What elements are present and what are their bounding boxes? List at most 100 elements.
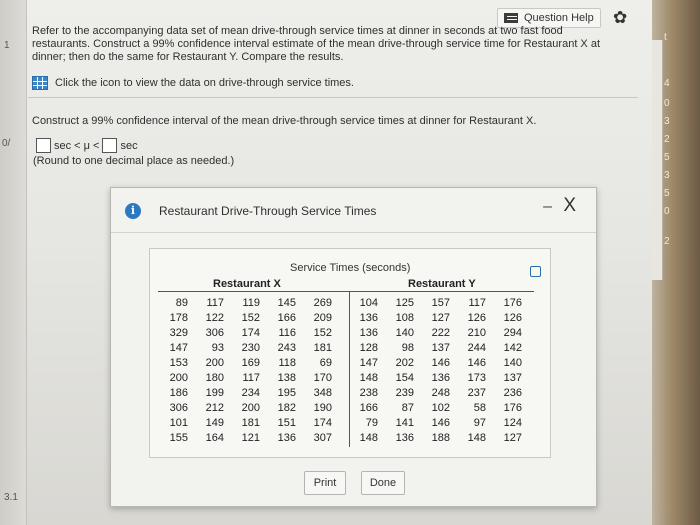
cell-restaurant-x: 190 — [313, 402, 332, 414]
divider — [28, 97, 638, 98]
print-button[interactable]: Print — [304, 471, 346, 495]
right-strip-mark: 5 — [664, 188, 670, 199]
header-restaurant-x: Restaurant X — [213, 278, 281, 290]
cell-restaurant-x: 174 — [313, 417, 332, 429]
left-strip-mark: 3.1 — [4, 492, 18, 503]
cell-restaurant-y: 188 — [431, 432, 450, 444]
cell-restaurant-x: 117 — [242, 372, 260, 384]
cell-restaurant-y: 140 — [395, 327, 414, 339]
right-card-edge — [652, 40, 663, 280]
cell-restaurant-y: 176 — [503, 402, 522, 414]
cell-restaurant-x: 348 — [313, 387, 332, 399]
table-row: 306 212 200 182 190 166 87 102 58 176 — [158, 402, 538, 415]
cell-restaurant-y: 125 — [395, 297, 414, 309]
upper-bound-input[interactable] — [102, 138, 118, 153]
cell-restaurant-y: 127 — [503, 432, 522, 444]
data-table-icon[interactable] — [32, 76, 48, 90]
cell-restaurant-x: 182 — [277, 402, 296, 414]
cell-restaurant-x: 152 — [313, 327, 332, 339]
table-row: 155 164 121 136 307 148 136 188 148 127 — [158, 432, 538, 445]
modal-divider — [111, 232, 596, 233]
table-row: 153 200 169 118 69 147 202 146 146 140 — [158, 357, 538, 370]
cell-restaurant-y: 87 — [401, 402, 414, 414]
cell-restaurant-x: 101 — [169, 417, 188, 429]
cell-restaurant-x: 166 — [277, 312, 296, 324]
right-strip-mark: 4 — [664, 78, 670, 89]
cell-restaurant-x: 122 — [205, 312, 224, 324]
minimize-button[interactable]: – — [543, 198, 552, 216]
cell-restaurant-x: 169 — [241, 357, 260, 369]
cell-restaurant-y: 210 — [467, 327, 486, 339]
cell-restaurant-y: 202 — [395, 357, 414, 369]
cell-restaurant-y: 126 — [503, 312, 522, 324]
data-link-label: Click the icon to view the data on drive… — [55, 77, 354, 89]
cell-restaurant-y: 136 — [395, 432, 414, 444]
table-row: 89 117 119 145 269 104 125 157 117 176 — [158, 297, 538, 310]
list-icon — [504, 13, 518, 23]
left-strip-mark: 0/ — [2, 138, 11, 149]
cell-restaurant-y: 104 — [359, 297, 378, 309]
cell-restaurant-x: 147 — [169, 342, 188, 354]
right-strip-mark: 0 — [664, 98, 670, 109]
data-modal: i Restaurant Drive-Through Service Times… — [110, 187, 597, 507]
table-row: 200 180 117 138 170 148 154 136 173 137 — [158, 372, 538, 385]
cell-restaurant-x: 117 — [206, 297, 224, 309]
cell-restaurant-y: 147 — [359, 357, 378, 369]
cell-restaurant-y: 136 — [431, 372, 450, 384]
round-note: (Round to one decimal place as needed.) — [33, 155, 235, 167]
cell-restaurant-x: 180 — [205, 372, 224, 384]
cell-restaurant-x: 153 — [169, 357, 188, 369]
cell-restaurant-x: 174 — [241, 327, 260, 339]
question-line: restaurants. Construct a 99% confidence … — [32, 38, 600, 50]
table-title: Service Times (seconds) — [290, 262, 411, 274]
screen: 1 3.1 0/ t 4 0 3 2 5 3 5 0 2 Question He… — [0, 0, 700, 525]
header-restaurant-y: Restaurant Y — [408, 278, 476, 290]
cell-restaurant-x: 195 — [277, 387, 296, 399]
cell-restaurant-y: 58 — [473, 402, 486, 414]
cell-restaurant-x: 121 — [241, 432, 260, 444]
table-row: 178 122 152 166 209 136 108 127 126 126 — [158, 312, 538, 325]
cell-restaurant-x: 89 — [175, 297, 188, 309]
cell-restaurant-x: 200 — [169, 372, 188, 384]
data-link[interactable]: Click the icon to view the data on drive… — [32, 76, 354, 90]
header-rule — [158, 291, 534, 292]
cell-restaurant-y: 248 — [431, 387, 450, 399]
cell-restaurant-x: 200 — [241, 402, 260, 414]
cell-restaurant-y: 154 — [395, 372, 414, 384]
table-row: 147 93 230 243 181 128 98 137 244 142 — [158, 342, 538, 355]
cell-restaurant-x: 181 — [313, 342, 332, 354]
cell-restaurant-y: 294 — [503, 327, 522, 339]
cell-restaurant-y: 236 — [503, 387, 522, 399]
cell-restaurant-y: 79 — [365, 417, 378, 429]
right-strip-mark: 2 — [664, 134, 670, 145]
cell-restaurant-y: 142 — [503, 342, 522, 354]
cell-restaurant-y: 237 — [467, 387, 486, 399]
cell-restaurant-y: 238 — [359, 387, 378, 399]
right-strip-mark: 2 — [664, 236, 670, 247]
cell-restaurant-y: 127 — [431, 312, 450, 324]
cell-restaurant-y: 148 — [467, 432, 486, 444]
ci-right-unit: sec — [120, 139, 138, 152]
copy-icon[interactable] — [530, 266, 541, 277]
done-button[interactable]: Done — [361, 471, 405, 495]
cell-restaurant-y: 222 — [431, 327, 450, 339]
cell-restaurant-y: 239 — [395, 387, 414, 399]
cell-restaurant-x: 118 — [278, 357, 296, 369]
cell-restaurant-y: 126 — [467, 312, 486, 324]
cell-restaurant-x: 209 — [313, 312, 332, 324]
cell-restaurant-x: 186 — [169, 387, 188, 399]
cell-restaurant-y: 136 — [359, 312, 378, 324]
cell-restaurant-x: 306 — [169, 402, 188, 414]
close-button[interactable]: X — [563, 195, 576, 217]
modal-header: i Restaurant Drive-Through Service Times… — [111, 188, 596, 228]
modal-title: Restaurant Drive-Through Service Times — [159, 204, 377, 218]
lower-bound-input[interactable] — [36, 138, 51, 153]
right-strip-mark: 5 — [664, 152, 670, 163]
cell-restaurant-y: 173 — [467, 372, 486, 384]
cell-restaurant-y: 148 — [359, 432, 378, 444]
cell-restaurant-x: 230 — [241, 342, 260, 354]
cell-restaurant-y: 146 — [431, 357, 450, 369]
right-strip-mark: 3 — [664, 116, 670, 127]
cell-restaurant-x: 178 — [169, 312, 188, 324]
cell-restaurant-x: 93 — [211, 342, 224, 354]
